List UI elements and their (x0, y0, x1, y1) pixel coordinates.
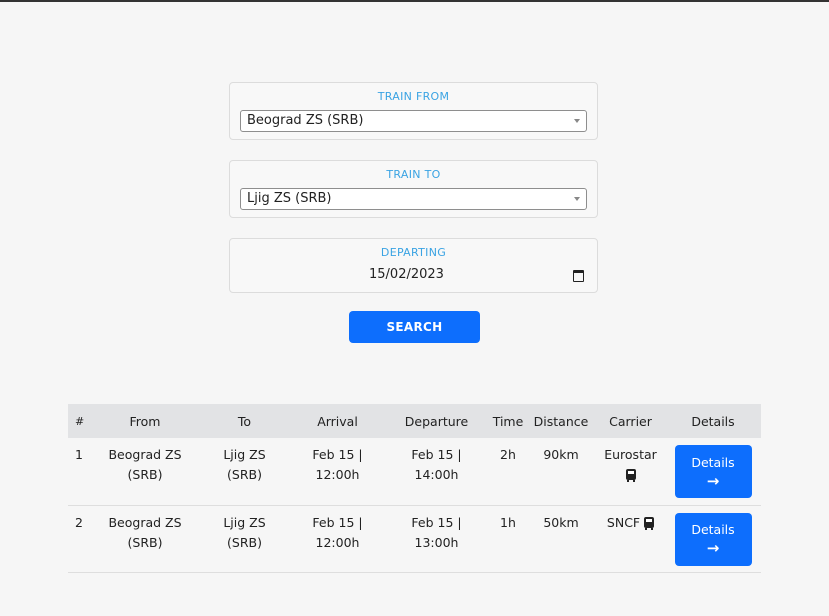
train-from-value: Beograd ZS (SRB) (247, 113, 364, 128)
table-header-row: # From To Arrival Departure Time Distanc… (68, 404, 761, 438)
bus-icon (625, 469, 636, 482)
train-from-field: TRAIN FROM Beograd ZS (SRB) (229, 82, 598, 140)
row-time: 2h (490, 438, 526, 506)
col-header-details: Details (691, 413, 735, 429)
row-number: 1 (68, 438, 93, 506)
bus-icon (644, 516, 655, 530)
row-to: Ljig ZS (SRB) (197, 505, 292, 573)
row-departure: Feb 15 | 14:00h (383, 438, 490, 506)
col-header-arrival: Arrival (317, 413, 358, 429)
row-carrier: Eurostar (596, 438, 665, 506)
dropdown-arrow-icon (574, 197, 580, 201)
departing-label: DEPARTING (380, 246, 447, 259)
train-to-select[interactable]: Ljig ZS (SRB) (240, 188, 587, 210)
details-button[interactable]: Details → (674, 445, 752, 498)
col-header-to: To (237, 413, 252, 429)
row-arrival: Feb 15 | 12:00h (292, 505, 383, 573)
train-from-select[interactable]: Beograd ZS (SRB) (240, 110, 587, 132)
results-table: # From To Arrival Departure Time Distanc… (68, 404, 761, 573)
row-arrival: Feb 15 | 12:00h (292, 438, 383, 506)
row-from: Beograd ZS (SRB) (93, 438, 197, 506)
departing-date-value: 15/02/2023 (369, 267, 444, 282)
departing-field: DEPARTING 15/02/2023 (229, 238, 598, 293)
dropdown-arrow-icon (574, 119, 580, 123)
row-distance: 50km (526, 505, 596, 573)
col-header-carrier: Carrier (609, 413, 652, 429)
search-button[interactable]: SEARCH (349, 311, 480, 343)
row-details: Details → (665, 438, 761, 506)
arrow-right-icon: → (706, 471, 720, 490)
train-to-field: TRAIN TO Ljig ZS (SRB) (229, 160, 598, 218)
arrow-right-icon: → (706, 539, 720, 557)
carrier-name: SNCF (606, 514, 641, 530)
details-button[interactable]: Details → (674, 512, 752, 566)
train-to-value: Ljig ZS (SRB) (247, 191, 332, 206)
details-label: Details (691, 454, 735, 470)
train-from-label: TRAIN FROM (377, 90, 450, 103)
row-departure: Feb 15 | 13:00h (383, 505, 490, 573)
train-to-label: TRAIN TO (386, 168, 441, 181)
col-header-number: # (75, 414, 85, 428)
details-label: Details (691, 522, 735, 537)
col-header-from: From (129, 413, 161, 429)
row-distance: 90km (526, 438, 596, 506)
row-carrier: SNCF (596, 505, 665, 573)
table-row: 1 Beograd ZS (SRB) Ljig ZS (SRB) Feb 15 … (68, 438, 761, 506)
calendar-icon[interactable] (573, 270, 584, 282)
table-row: 2 Beograd ZS (SRB) Ljig ZS (SRB) Feb 15 … (68, 505, 761, 573)
departing-date-input[interactable]: 15/02/2023 (230, 265, 597, 287)
row-to: Ljig ZS (SRB) (197, 438, 292, 506)
col-header-departure: Departure (404, 413, 469, 429)
row-number: 2 (68, 505, 93, 573)
carrier-name: Eurostar (604, 447, 657, 462)
row-details: Details → (665, 505, 761, 573)
col-header-distance: Distance (533, 413, 589, 429)
col-header-time: Time (492, 413, 524, 429)
row-from: Beograd ZS (SRB) (93, 505, 197, 573)
row-time: 1h (490, 505, 526, 573)
